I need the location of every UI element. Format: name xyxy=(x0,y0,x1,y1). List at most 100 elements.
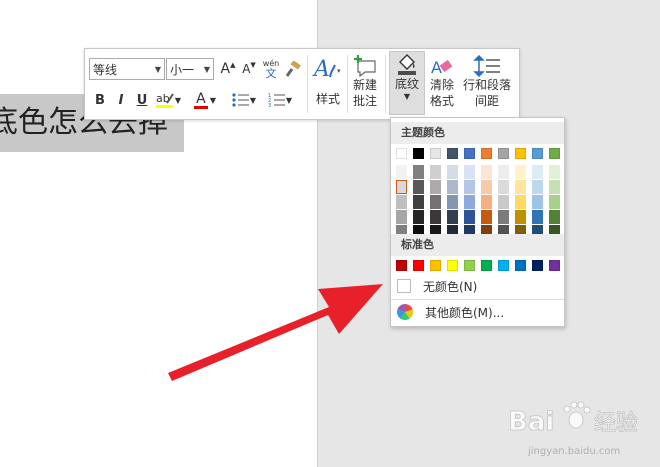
theme-shade-swatch[interactable] xyxy=(413,195,424,209)
format-painter-button[interactable] xyxy=(283,58,303,80)
theme-shade-swatch[interactable] xyxy=(549,195,560,209)
svg-text:3: 3 xyxy=(268,103,271,108)
underline-button[interactable]: U xyxy=(134,89,150,111)
styles-label: 样式 xyxy=(315,92,340,106)
no-color-item[interactable]: 无颜色(N) xyxy=(391,274,564,298)
chevron-down-icon: ▼ xyxy=(174,95,181,105)
phonetic-guide-button[interactable]: wén 文 xyxy=(261,56,281,82)
theme-shade-swatch[interactable] xyxy=(464,180,475,194)
clear-formatting-button[interactable]: A 清除 格式 xyxy=(427,55,457,113)
shading-label: 底纹 xyxy=(394,77,419,91)
color-wheel-icon xyxy=(397,304,413,320)
shrink-font-icon: A xyxy=(242,62,251,76)
theme-shade-swatch[interactable] xyxy=(413,180,424,194)
font-size-combo[interactable]: 小一 ▼ xyxy=(166,58,214,80)
standard-color-swatch[interactable] xyxy=(430,260,441,271)
standard-color-swatch[interactable] xyxy=(515,260,526,271)
bold-button[interactable]: B xyxy=(92,89,108,111)
styles-button[interactable]: A ▾ 样式 xyxy=(309,55,347,113)
italic-button[interactable]: I xyxy=(113,89,129,111)
standard-colors-heading: 标准色 xyxy=(391,234,564,256)
theme-shade-swatch[interactable] xyxy=(532,195,543,209)
more-colors-item[interactable]: 其他颜色(M)... xyxy=(391,300,564,324)
theme-shade-swatch[interactable] xyxy=(515,210,526,224)
mini-toolbar: 等线 ▼ 小一 ▼ A ▲ A ▼ wén 文 B I U ab ▼ A ▼ ▼… xyxy=(84,48,520,120)
theme-shade-swatch[interactable] xyxy=(481,195,492,209)
theme-color-swatch[interactable] xyxy=(532,148,543,159)
theme-color-swatch[interactable] xyxy=(413,148,424,159)
chevron-down-icon: ▼ xyxy=(403,92,411,101)
theme-shade-swatch[interactable] xyxy=(532,180,543,194)
theme-shade-swatch[interactable] xyxy=(549,180,560,194)
theme-shade-swatch[interactable] xyxy=(498,180,509,194)
theme-shade-swatch[interactable] xyxy=(430,165,441,179)
standard-color-swatch[interactable] xyxy=(498,260,509,271)
theme-shade-swatch[interactable] xyxy=(396,165,407,179)
numbering-button[interactable]: 1 2 3 ▼ xyxy=(265,89,295,111)
line-spacing-button[interactable]: 行和段落 间距 xyxy=(459,55,515,113)
grow-font-button[interactable]: A ▲ xyxy=(219,58,237,80)
theme-shade-swatch[interactable] xyxy=(515,195,526,209)
font-color-button[interactable]: A ▼ xyxy=(193,89,217,111)
theme-color-swatch[interactable] xyxy=(481,148,492,159)
standard-color-swatch[interactable] xyxy=(549,260,560,271)
theme-shade-swatch[interactable] xyxy=(464,210,475,224)
bullets-button[interactable]: ▼ xyxy=(229,89,259,111)
baidu-logo: Bai 经验 jingyan.baidu.com xyxy=(508,401,638,457)
theme-shade-swatch[interactable] xyxy=(481,165,492,179)
theme-color-swatch[interactable] xyxy=(447,148,458,159)
theme-shade-swatch[interactable] xyxy=(549,165,560,179)
grow-font-icon: A xyxy=(220,61,231,77)
theme-shade-swatch[interactable] xyxy=(447,165,458,179)
theme-color-swatch[interactable] xyxy=(430,148,441,159)
standard-color-swatch[interactable] xyxy=(396,260,407,271)
theme-shade-swatch[interactable] xyxy=(481,180,492,194)
theme-shade-swatch[interactable] xyxy=(498,165,509,179)
shrink-font-button[interactable]: A ▼ xyxy=(240,58,258,80)
theme-shade-swatch[interactable] xyxy=(498,195,509,209)
theme-shade-swatch[interactable] xyxy=(430,180,441,194)
theme-shade-swatch[interactable] xyxy=(430,210,441,224)
theme-shade-swatch[interactable] xyxy=(464,195,475,209)
font-size-value: 小一 xyxy=(170,62,195,77)
theme-color-swatch[interactable] xyxy=(396,148,407,159)
theme-color-swatch[interactable] xyxy=(515,148,526,159)
styles-icon: A ▾ xyxy=(312,57,341,81)
theme-shade-swatch[interactable] xyxy=(515,180,526,194)
theme-shade-swatch[interactable] xyxy=(413,210,424,224)
theme-shade-swatch[interactable] xyxy=(447,210,458,224)
font-name-combo[interactable]: 等线 ▼ xyxy=(89,58,165,80)
shading-color-menu: 主题颜色 标准色 无颜色(N) 其他颜色(M)... xyxy=(390,117,565,327)
highlight-button[interactable]: ab ▼ xyxy=(155,89,181,111)
new-comment-icon xyxy=(354,55,376,77)
bullet-list-icon xyxy=(232,93,249,107)
theme-colors-heading: 主题颜色 xyxy=(391,122,564,144)
theme-shade-swatch[interactable] xyxy=(549,210,560,224)
theme-shade-swatch[interactable] xyxy=(515,165,526,179)
standard-color-swatch[interactable] xyxy=(413,260,424,271)
theme-color-swatch[interactable] xyxy=(549,148,560,159)
theme-shade-swatch[interactable] xyxy=(532,165,543,179)
theme-shade-swatch[interactable] xyxy=(532,210,543,224)
theme-color-swatch[interactable] xyxy=(464,148,475,159)
theme-shade-swatch[interactable] xyxy=(498,210,509,224)
theme-shade-swatch[interactable] xyxy=(447,195,458,209)
theme-shade-swatch[interactable] xyxy=(481,210,492,224)
bold-icon: B xyxy=(95,92,105,108)
standard-color-swatch[interactable] xyxy=(481,260,492,271)
theme-shade-swatch[interactable] xyxy=(464,165,475,179)
new-comment-button[interactable]: 新建 批注 xyxy=(349,55,381,113)
standard-color-swatch[interactable] xyxy=(464,260,475,271)
theme-shade-swatch[interactable] xyxy=(413,165,424,179)
theme-shade-swatch[interactable] xyxy=(396,195,407,209)
shading-button[interactable]: 底纹 ▼ xyxy=(389,51,425,115)
theme-color-swatch[interactable] xyxy=(498,148,509,159)
theme-shade-swatch[interactable] xyxy=(430,195,441,209)
svg-text:▾: ▾ xyxy=(337,67,341,75)
selected-color-swatch[interactable] xyxy=(396,180,407,194)
standard-color-swatch[interactable] xyxy=(532,260,543,271)
standard-color-swatch[interactable] xyxy=(447,260,458,271)
theme-shade-swatch[interactable] xyxy=(396,210,407,224)
underline-icon: U xyxy=(136,92,148,108)
theme-shade-swatch[interactable] xyxy=(447,180,458,194)
